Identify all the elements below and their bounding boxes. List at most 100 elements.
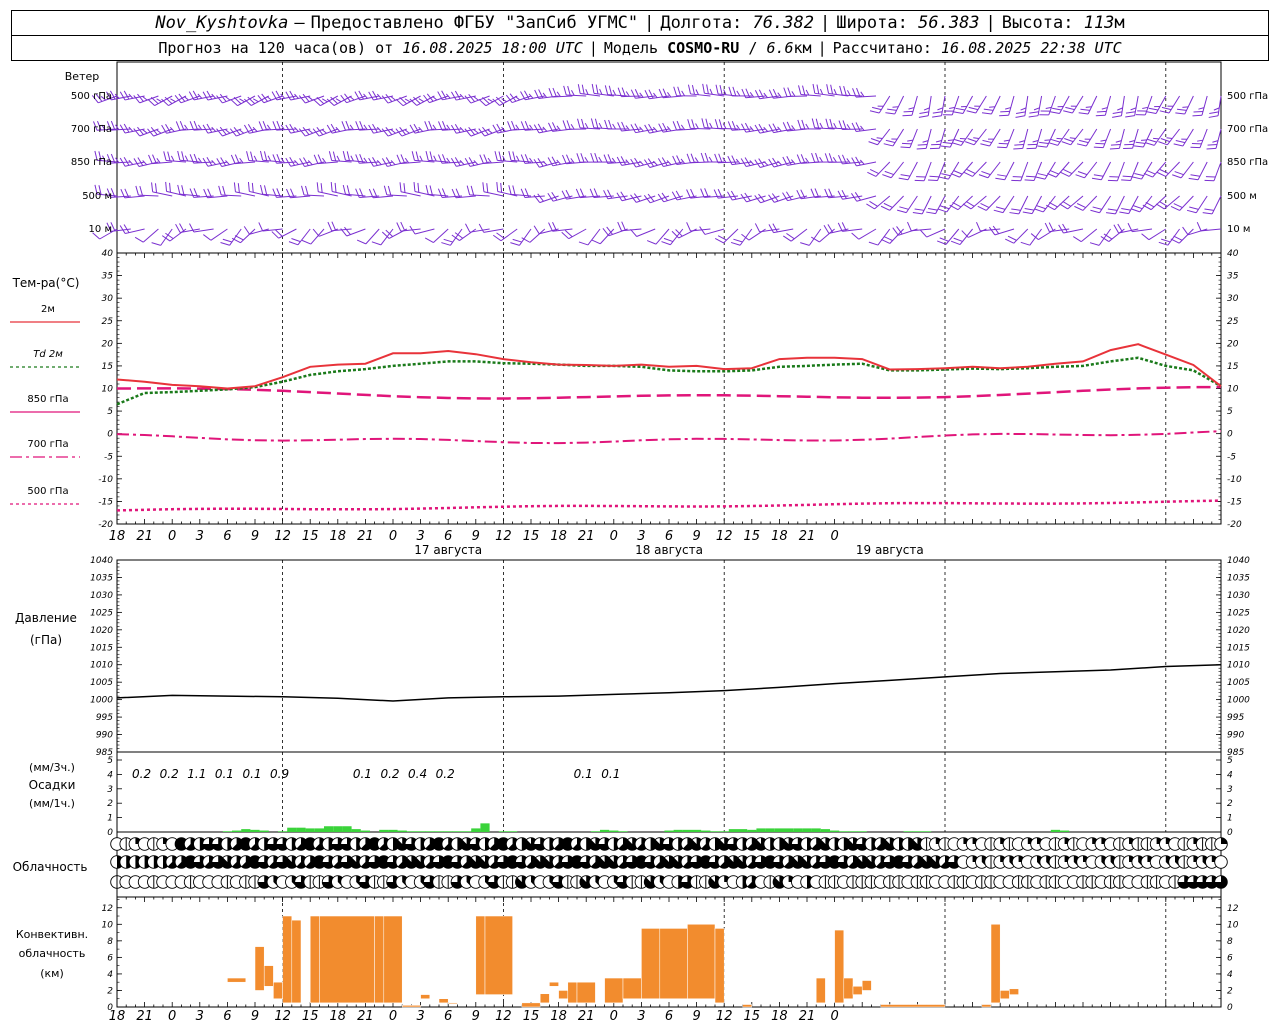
wind-barb-flag [914,179,925,182]
precip-3h-total: 0.2 [160,767,179,781]
wind-barb [940,128,960,148]
precip-bar [903,831,913,832]
cloud-circle [1214,855,1228,869]
wind-barb-flag [1063,110,1073,114]
wind-barb-flag [919,111,929,114]
wind-barb-shaft [926,228,946,238]
wind-barb-flag [508,151,512,161]
wind-barb-flag [843,85,847,96]
time-axis-label: 15 [744,529,761,544]
wind-barb [288,228,311,246]
wind-barb-flag [700,188,705,198]
legend-label: 2м [41,304,55,315]
wind-barb-flag [833,122,837,129]
wind-barb [1208,95,1222,118]
time-axis-label: 15 [523,1009,540,1024]
wind-barb-flag [332,151,337,161]
y-tick-label: 25 [1227,317,1239,327]
convective-bar [282,915,293,1004]
wind-barb-flag [1026,147,1037,150]
wind-barb-flag [222,185,226,196]
convective-bar [447,1002,458,1005]
wind-barb-flag [316,182,319,192]
wind-barb-flag [218,185,222,196]
wind-barb-flag [630,89,636,99]
wind-barb-flag [356,239,367,245]
wind-barb [800,228,822,246]
y-tick-label: 30 [102,294,114,304]
wind-barb [671,228,697,239]
wind-barb-flag [520,188,526,198]
wind-barb-flag [470,185,475,196]
wind-barb-flag [653,92,658,98]
wind-barb-flag [206,90,213,100]
convective-bar [319,915,375,1004]
wind-barb-shaft [927,95,932,116]
conv-label-3: (км) [40,967,64,980]
y-tick-label: 4 [1227,970,1233,980]
wind-barb-flag [790,159,796,165]
y-tick-label: 2 [107,986,113,996]
wind-barb-flag [1207,143,1218,146]
wind-level-label: 10 м [89,224,112,235]
wind-barb-shaft [1068,161,1084,177]
wind-barb-flag [914,208,925,211]
wind-barb-flag [328,151,333,161]
legend-label: 500 гПа [27,486,68,497]
wind-barb [949,195,973,211]
time-axis-label: 21 [578,1009,595,1024]
wind-barb-flag [263,185,268,195]
precip-bar [811,828,821,832]
time-axis-label: 21 [136,1009,153,1024]
wind-barb-flag [604,119,609,130]
wind-barb-flag [139,185,143,196]
wind-level-label: 700 гПа [1227,124,1268,135]
wind-barb-flag [584,156,589,163]
wind-barb-flag [639,92,644,98]
wind-barb-flag [718,119,723,129]
wind-barb-flag [690,153,695,163]
precip-bar [480,823,490,832]
wind-barb [661,228,684,246]
wind-barb [1155,195,1180,210]
precip-bar [590,831,600,832]
wind-barb-flag [1125,115,1135,118]
wind-barb-flag [342,150,346,161]
wind-barb [1073,228,1098,243]
wind-barb-flag [123,156,130,166]
wind-barb-flag [251,182,254,193]
wind-barb-flag [658,88,664,98]
wind-barb-flag [181,151,185,161]
y-tick-label: 1 [107,814,113,824]
wind-barb [1078,95,1098,115]
precip-bar [443,831,453,832]
wind-barb-flag [134,236,144,243]
wind-barb [464,127,490,137]
convective-bar [659,928,688,999]
wind-barb-flag [1117,223,1123,233]
y-tick-label: 1025 [1227,608,1250,618]
wind-barb-flag [216,158,223,167]
convective-bar [521,1002,541,1008]
wind-barb-flag [815,118,820,129]
wind-barb-flag [686,189,691,199]
wind-barb-flag [454,123,461,133]
y-tick-label: 35 [102,272,114,282]
wind-barb-flag [1175,112,1185,115]
wind-barb-flag [782,192,788,201]
time-axis-label: 9 [692,529,700,544]
wind-barb-flag [735,158,741,164]
wind-barb-shaft [346,228,366,237]
wind-barb-flag [259,150,264,161]
time-axis-label: 3 [416,1009,424,1024]
wind-barb-flag [1093,146,1104,149]
wind-barb-flag [918,115,929,118]
time-axis-label: 0 [168,529,176,544]
wind-barb-flag [258,121,264,131]
wind-barb-flag [868,241,879,246]
wind-barb-flag [917,143,928,146]
wind-barb-flag [1022,211,1033,215]
wind-barb [988,225,1015,236]
wind-barb-shaft [1087,95,1098,115]
precip-bar [701,830,711,832]
